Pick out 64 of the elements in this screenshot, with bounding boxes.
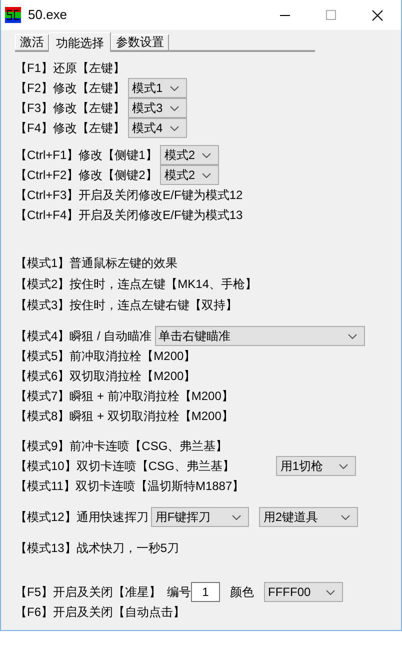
shortcut-text: 【模式12】通用快速挥刀 — [15, 509, 148, 526]
tab[interactable]: 功能选择 — [49, 32, 111, 52]
shortcut-text: 【Ctrl+F1】修改【侧键1】 — [15, 147, 158, 164]
dropdown[interactable]: 模式1 — [128, 78, 188, 98]
shortcut-text: 【F1】还原【左键】 — [15, 60, 126, 77]
shortcut-text: 【模式5】前冲取消拉栓【M200】 — [15, 348, 196, 365]
tab[interactable]: 参数设置 — [111, 34, 169, 50]
dropdown[interactable]: 用1切枪 — [276, 456, 356, 476]
dropdown-value: 单击右键瞄准 — [158, 328, 231, 345]
field-label: 编号 — [167, 584, 192, 601]
chevron-down-icon — [202, 172, 212, 178]
shortcut-text: 【F5】开启及关闭【准星】 — [15, 584, 162, 601]
dropdown-value: 模式4 — [132, 120, 163, 137]
dropdown[interactable]: 用2键道具 — [259, 507, 358, 527]
minimize-icon — [280, 14, 290, 16]
shortcut-text: 【模式4】瞬狙 / 自动瞄准 — [15, 328, 152, 345]
shortcut-text: 【F6】开启及关闭【自动点击】 — [15, 604, 186, 621]
chevron-down-icon — [202, 152, 212, 158]
dropdown[interactable]: 单击右键瞄准 — [154, 326, 365, 346]
dropdown-value: 用2键道具 — [263, 509, 318, 526]
shortcut-text: 【模式3】按住时，连点左键右键【双持】 — [15, 296, 238, 314]
app-logo-icon — [5, 7, 21, 23]
window-title: 50.exe — [28, 6, 68, 24]
shortcut-text: 【模式9】前冲卡连喷【CSG、弗兰基】 — [15, 438, 228, 455]
dropdown[interactable]: 模式2 — [160, 145, 220, 165]
field-label: 颜色 — [230, 584, 254, 601]
dropdown[interactable]: 模式2 — [160, 165, 220, 185]
shortcut-text: 【Ctrl+F2】修改【侧键2】 — [15, 167, 158, 184]
chevron-down-icon — [232, 514, 242, 520]
shortcut-text: 【Ctrl+F4】开启及关闭修改E/F键为模式13 — [15, 207, 243, 224]
dropdown-value: 模式1 — [132, 80, 163, 97]
chevron-down-icon — [326, 590, 336, 594]
shortcut-text: 【模式13】战术快刀，一秒5刀 — [15, 540, 180, 557]
dropdown[interactable]: FFFF00 — [264, 582, 344, 602]
chevron-down-icon — [170, 86, 180, 90]
dropdown-value: 模式2 — [164, 147, 196, 164]
chevron-down-icon — [170, 126, 180, 130]
shortcut-text: 【模式1】普通鼠标左键的效果 — [15, 254, 178, 272]
shortcut-text: 【模式11】双切卡连喷【温切斯特M1887】 — [15, 478, 244, 495]
dropdown-value: 用F键挥刀 — [155, 509, 211, 526]
shortcut-text: 【F4】修改【左键】 — [15, 120, 126, 137]
shortcut-text: 【模式8】瞬狙 + 双切取消拉栓【M200】 — [15, 408, 234, 425]
dropdown[interactable]: 模式4 — [128, 118, 188, 138]
shortcut-text: 【模式6】双切取消拉栓【M200】 — [15, 368, 196, 385]
dropdown-value: FFFF00 — [268, 584, 311, 601]
shortcut-text: 【Ctrl+F3】开启及关闭修改E/F键为模式12 — [15, 187, 243, 204]
number-field[interactable]: 1 — [191, 582, 220, 602]
close-icon — [372, 10, 382, 20]
dropdown[interactable]: 用F键挥刀 — [151, 507, 250, 527]
dropdown-value: 模式3 — [132, 100, 163, 117]
shortcut-text: 【模式10】双切卡连喷【CSG、弗兰基】 — [15, 458, 234, 475]
chevron-down-icon — [339, 464, 348, 468]
chevron-down-icon — [341, 514, 350, 520]
dropdown[interactable]: 模式3 — [128, 98, 188, 118]
shortcut-text: 【模式7】瞬狙 + 前冲取消拉栓【M200】 — [15, 388, 234, 405]
shortcut-text: 【F3】修改【左键】 — [15, 100, 126, 117]
chevron-down-icon — [170, 106, 180, 110]
dropdown-value: 用1切枪 — [280, 458, 324, 475]
shortcut-text: 【F2】修改【左键】 — [15, 80, 126, 97]
maximize-icon — [326, 10, 336, 20]
shortcut-text: 【模式2】按住时，连点左键【MK14、手枪】 — [15, 276, 258, 292]
dropdown-value: 模式2 — [164, 167, 196, 184]
tab[interactable]: 激活 — [15, 34, 49, 50]
chevron-down-icon — [348, 334, 357, 338]
